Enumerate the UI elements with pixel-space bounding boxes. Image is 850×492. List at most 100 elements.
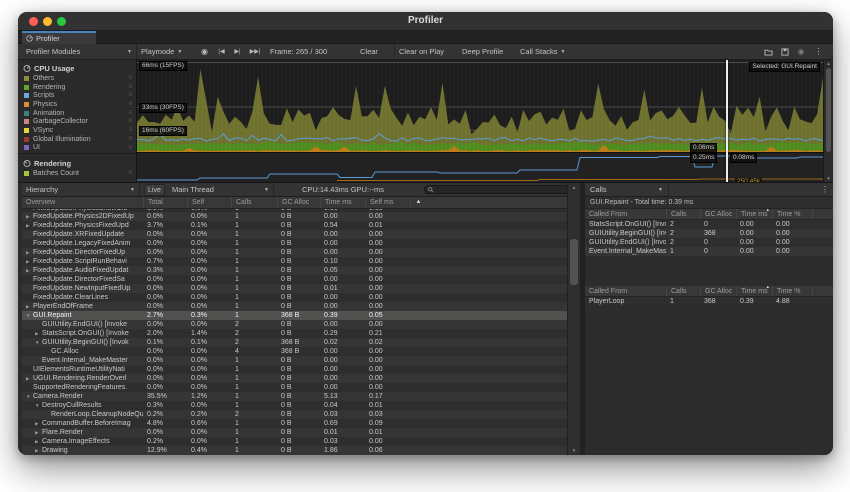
column-header-calls[interactable]: Calls (666, 286, 700, 296)
legend-item[interactable]: GarbageCollector≡ (24, 117, 136, 126)
rendering-chart[interactable]: 250.45k (137, 152, 823, 182)
scroll-up-icon[interactable]: ▲ (568, 185, 580, 190)
details-view-dropdown[interactable]: Calls▼ (585, 183, 669, 196)
table-row[interactable]: SupportedRenderingFeatures.0.0%0.0%10 B0… (22, 383, 580, 392)
column-header-gc-alloc[interactable]: GC Alloc (700, 209, 736, 219)
column-header-self-ms[interactable]: Self ms (365, 197, 410, 208)
table-row[interactable]: ▶CommandBuffer.BeforeImag4.8%0.6%10 B0.6… (22, 419, 580, 428)
legend-item[interactable]: Scripts≡ (24, 91, 136, 100)
hierarchy-scroll-thumb[interactable] (570, 239, 578, 285)
column-header-self[interactable]: Self (187, 197, 231, 208)
column-header-total[interactable]: Total (143, 197, 187, 208)
expand-arrow-icon[interactable]: ▶ (26, 248, 33, 257)
legend-item[interactable]: VSync≡ (24, 126, 136, 135)
expand-arrow-icon[interactable]: ▼ (26, 311, 33, 320)
table-row[interactable]: GUIUtility.BeginGUI() [Invc23680.000.00 (585, 229, 833, 238)
legend-item[interactable]: Physics≡ (24, 100, 136, 109)
drag-handle-icon[interactable]: ≡ (128, 74, 132, 83)
legend-item[interactable]: Rendering≡ (24, 83, 136, 92)
expand-arrow-icon[interactable]: ▶ (35, 329, 42, 338)
clear-on-play-toggle[interactable]: Clear on Play (394, 44, 448, 59)
legend-color-chip[interactable] (24, 145, 29, 150)
table-row[interactable]: UIElementsRuntimeUtilityNati0.0%0.0%10 B… (22, 365, 580, 374)
legend-color-chip[interactable] (24, 76, 29, 81)
column-header-time-ms[interactable]: Time ms (736, 209, 772, 219)
column-header-calls[interactable]: Calls (666, 209, 700, 219)
chart-scroll-thumb[interactable] (826, 68, 831, 152)
help-button[interactable]: ? (794, 44, 807, 59)
column-header-calls[interactable]: Calls (231, 197, 277, 208)
scroll-down-icon[interactable]: ▼ (824, 176, 833, 181)
expand-arrow-icon[interactable]: ▼ (35, 401, 42, 410)
column-header-overview[interactable]: Overview (22, 197, 143, 208)
legend-color-chip[interactable] (24, 111, 29, 116)
prev-frame-button[interactable]: |◀ (215, 44, 228, 59)
table-row[interactable]: FixedUpdate.XRFixedUpdate0.0%0.0%10 B0.0… (22, 230, 580, 239)
current-frame-button[interactable]: ▶▶| (247, 44, 263, 59)
table-row[interactable]: ▶StatsScript.OnGUI() [Invoke2.0%1.4%20 B… (22, 329, 580, 338)
table-row[interactable]: RenderLoop.CleanupNodeQu0.2%0.2%20 B0.03… (22, 410, 580, 419)
table-row[interactable]: GC.Alloc0.0%0.0%4368 B0.000.00 (22, 347, 580, 356)
details-menu-button[interactable]: ⋮ (821, 183, 829, 196)
table-row[interactable]: ▶Camera.ImageEffects0.2%0.0%10 B0.030.00 (22, 437, 580, 446)
search-field[interactable] (424, 185, 576, 194)
drag-handle-icon[interactable]: ≡ (128, 100, 132, 109)
legend-color-chip[interactable] (24, 85, 29, 90)
drag-handle-icon[interactable]: ≡ (128, 169, 132, 178)
collapse-all-icon[interactable]: ▲ (410, 197, 426, 208)
load-profile-button[interactable] (762, 44, 775, 59)
thread-dropdown[interactable]: Main Thread▼ (168, 183, 274, 196)
legend-item[interactable]: Batches Count≡ (24, 169, 136, 178)
drag-handle-icon[interactable]: ≡ (128, 135, 132, 144)
column-header-called-from[interactable]: Called From (585, 286, 666, 296)
deep-profile-toggle[interactable]: Deep Profile (458, 44, 507, 59)
playmode-dropdown[interactable]: Playmode▼ (141, 44, 182, 59)
live-toggle[interactable]: Live (144, 184, 165, 196)
legend-item[interactable]: Animation≡ (24, 109, 136, 118)
search-input[interactable] (436, 186, 572, 194)
column-header-time-[interactable]: Time % (772, 209, 812, 219)
column-header-time-[interactable]: Time % (772, 286, 812, 296)
cpu-module-header[interactable]: CPU Usage (18, 60, 136, 74)
table-row[interactable]: ▼Camera.Render35.5%1.2%10 B5.130.17 (22, 392, 580, 401)
context-menu-button[interactable]: ⋮ (812, 44, 825, 59)
expand-arrow-icon[interactable]: ▶ (26, 257, 33, 266)
legend-color-chip[interactable] (24, 128, 29, 133)
profiler-modules-dropdown[interactable]: Profiler Modules▼ (22, 44, 137, 59)
drag-handle-icon[interactable]: ≡ (128, 91, 132, 100)
legend-color-chip[interactable] (24, 102, 29, 107)
expand-arrow-icon[interactable]: ▶ (35, 428, 42, 437)
table-row[interactable]: FixedUpdate.LegacyFixedAnim0.0%0.0%10 B0… (22, 239, 580, 248)
table-row[interactable]: Event.Internal_MakeMaste100.000.00 (585, 247, 833, 256)
table-row[interactable]: Event.Internal_MakeMaster0.0%0.0%10 B0.0… (22, 356, 580, 365)
table-row[interactable]: ▼GUI.Repaint2.7%0.3%1368 B0.390.05 (22, 311, 580, 320)
table-row[interactable]: ▶Drawing12.9%0.4%10 B1.860.06 (22, 446, 580, 455)
legend-color-chip[interactable] (24, 119, 29, 124)
expand-arrow-icon[interactable]: ▼ (35, 338, 42, 347)
save-profile-button[interactable] (778, 44, 791, 59)
column-header-time-ms[interactable]: Time ms (320, 197, 365, 208)
scroll-down-icon[interactable]: ▼ (568, 448, 580, 453)
table-row[interactable]: FixedUpdate.NewInputFixedUp0.0%0.0%10 B0… (22, 284, 580, 293)
call-stacks-dropdown[interactable]: Call Stacks▼ (516, 44, 569, 59)
record-button[interactable]: ◉ (198, 44, 211, 59)
table-row[interactable]: ▶PlayerEndOfFrame0.0%0.0%10 B0.000.00 (22, 302, 580, 311)
expand-arrow-icon[interactable]: ▶ (35, 446, 42, 455)
drag-handle-icon[interactable]: ≡ (128, 109, 132, 118)
table-row[interactable]: ▶FixedUpdate.PhysicsFixedUpd3.7%0.1%10 B… (22, 221, 580, 230)
legend-color-chip[interactable] (24, 171, 29, 176)
drag-handle-icon[interactable]: ≡ (128, 117, 132, 126)
legend-item[interactable]: Global Illumination≡ (24, 135, 136, 144)
next-frame-button[interactable]: ▶| (231, 44, 244, 59)
frame-marker[interactable] (726, 60, 728, 182)
expand-arrow-icon[interactable]: ▶ (26, 266, 33, 275)
table-row[interactable]: GUIUtility.EndGUI() [Invok200.000.00 (585, 238, 833, 247)
table-row[interactable]: ▶UGUI.Rendering.RenderOverl0.0%0.0%10 B0… (22, 374, 580, 383)
table-row[interactable]: PlayerLoop13680.394.88 (585, 297, 833, 306)
clear-button[interactable]: Clear (356, 44, 382, 59)
expand-arrow-icon[interactable]: ▶ (35, 419, 42, 428)
scroll-up-icon[interactable]: ▲ (824, 61, 833, 66)
legend-item[interactable]: Others≡ (24, 74, 136, 83)
column-header-gc-alloc[interactable]: GC Alloc (277, 197, 320, 208)
column-header-called-from[interactable]: Called From (585, 209, 666, 219)
